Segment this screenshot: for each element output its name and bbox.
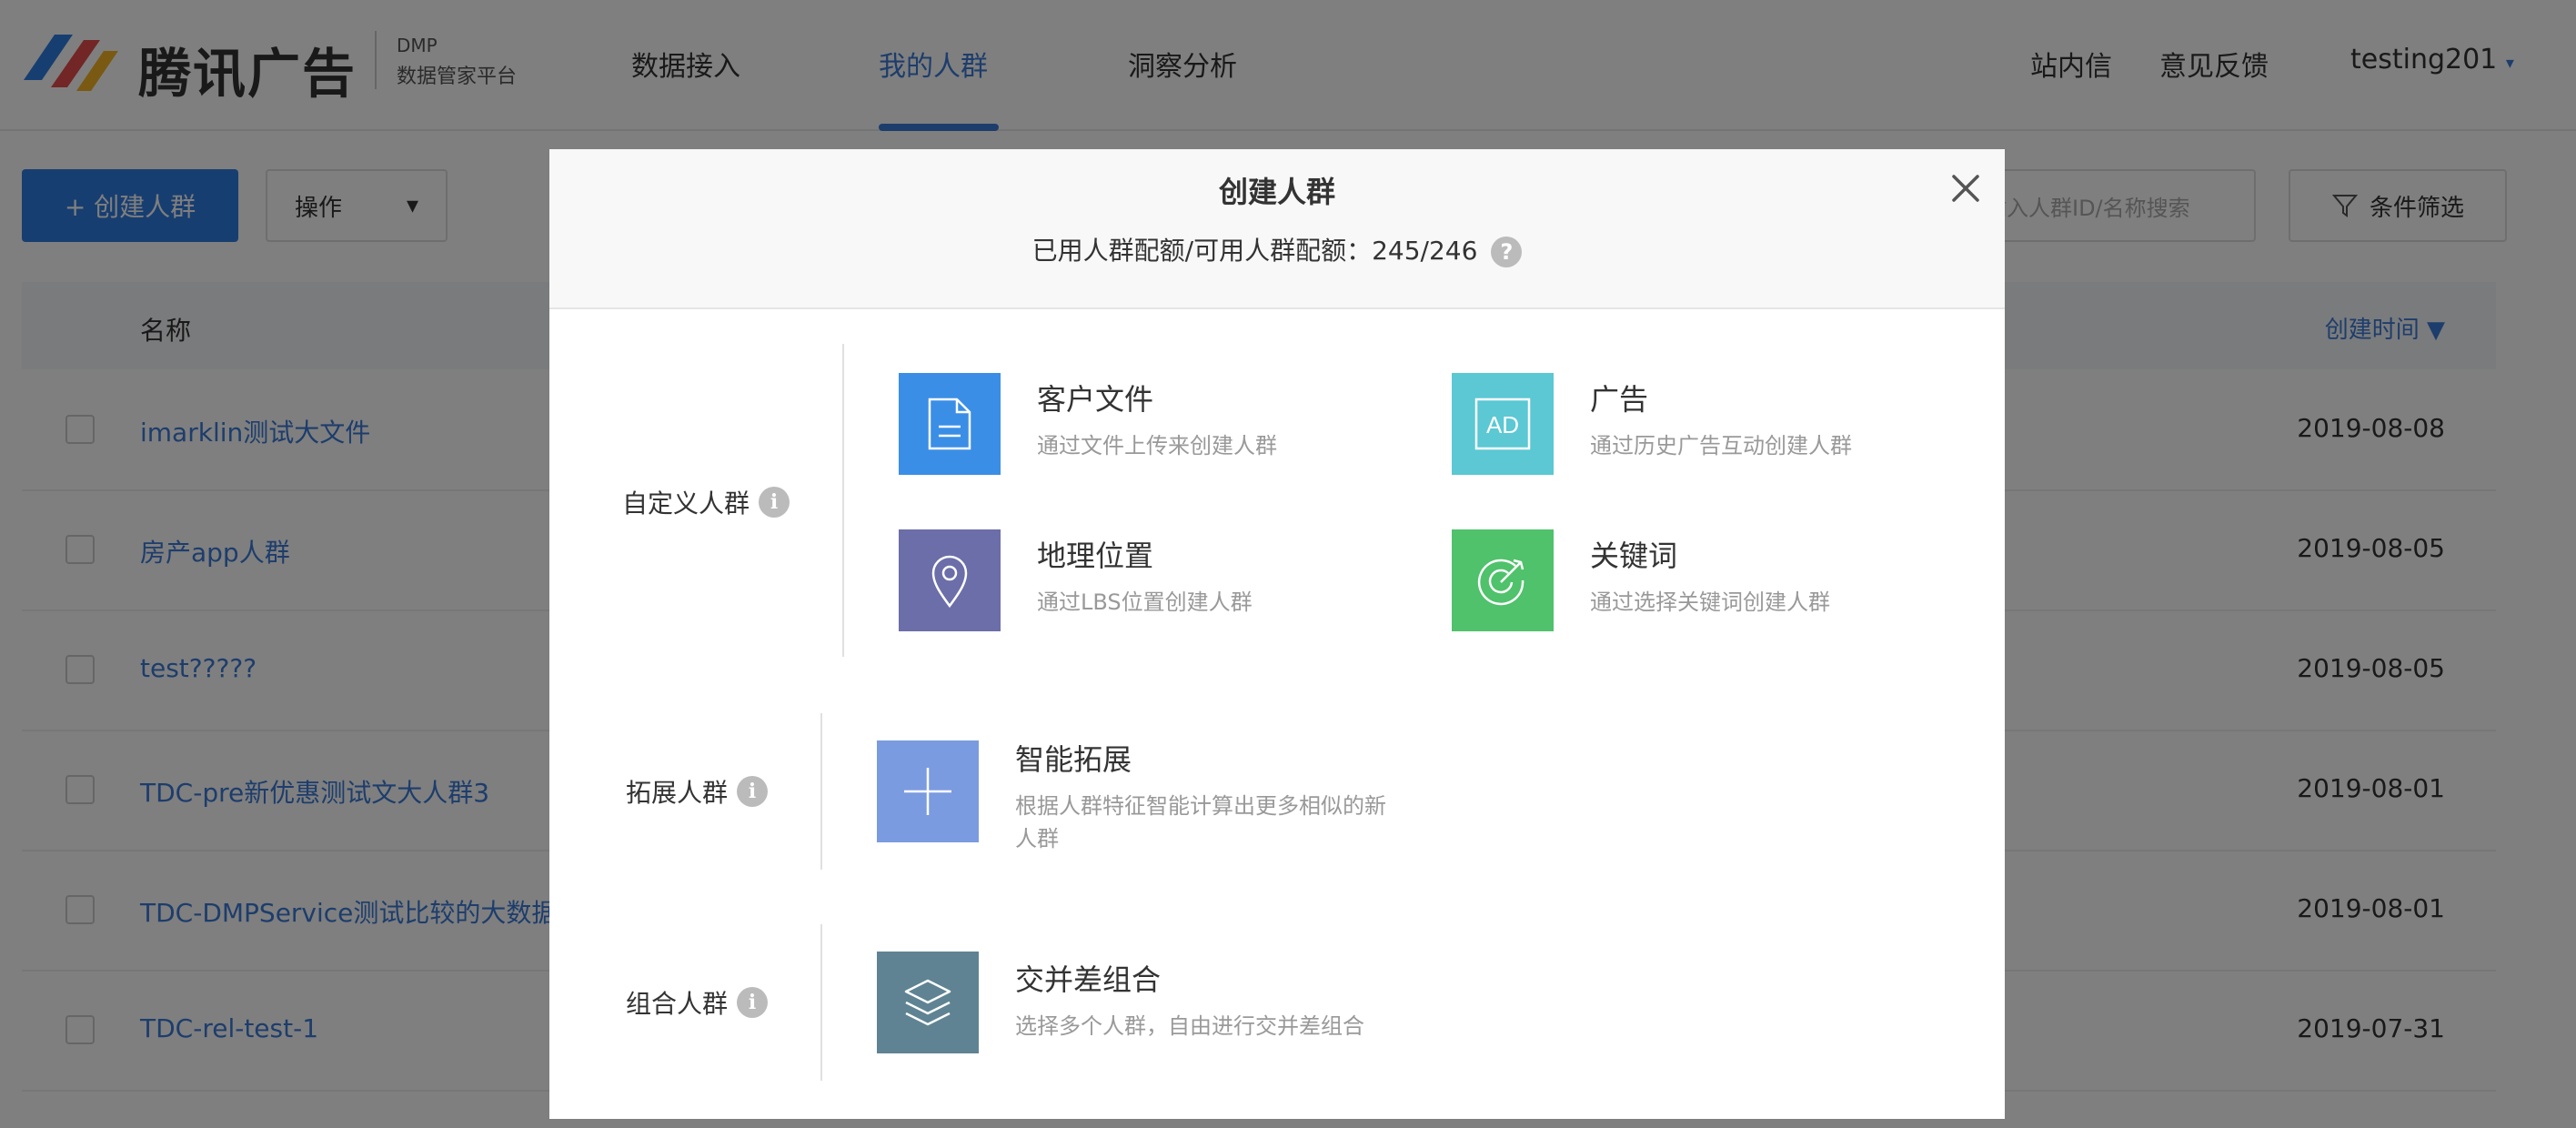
quota-value: 245/246 (1372, 236, 1478, 266)
section-label-custom: 自定义人群 (622, 488, 750, 519)
layers-icon (877, 952, 979, 1053)
card-description: 选择多个人群，自由进行交并差组合 (1015, 1013, 1364, 1039)
info-icon[interactable]: i (737, 987, 769, 1018)
modal-title: 创建人群 (1218, 175, 1335, 209)
section-divider (820, 713, 822, 870)
modal-header: 创建人群 已用人群配额/可用人群配额：245/246 ? (549, 149, 2005, 309)
card-description: 根据人群特征智能计算出更多相似的新人群 (1015, 793, 1386, 851)
help-icon[interactable]: ? (1491, 237, 1523, 267)
section-label-expand: 拓展人群 (626, 778, 729, 808)
card-description: 通过文件上传来创建人群 (1037, 433, 1277, 458)
card-description: 通过历史广告互动创建人群 (1590, 433, 1852, 458)
close-icon[interactable] (1945, 167, 1987, 209)
section-combine-audience: 组合人群 i (626, 984, 769, 1021)
info-icon[interactable]: i (737, 776, 769, 807)
card-title: 关键词 (1590, 539, 1678, 573)
card-title: 客户文件 (1037, 382, 1154, 417)
location-icon (899, 529, 1001, 631)
section-divider (842, 344, 844, 657)
card-title: 地理位置 (1037, 539, 1154, 573)
section-expand-audience: 拓展人群 i (626, 773, 769, 810)
ad-icon: AD (1452, 373, 1554, 475)
card-description: 通过选择关键词创建人群 (1590, 589, 1830, 615)
target-icon (1452, 529, 1554, 631)
card-title: 广告 (1590, 382, 1649, 417)
card-description: 通过LBS位置创建人群 (1037, 589, 1253, 615)
create-audience-modal: 创建人群 已用人群配额/可用人群配额：245/246 ? 自定义人群 i 客户文… (549, 149, 2005, 1119)
info-icon[interactable]: i (759, 487, 790, 518)
card-title: 智能拓展 (1015, 742, 1132, 777)
section-divider (820, 924, 822, 1081)
section-label-combine: 组合人群 (626, 989, 729, 1019)
quota-info: 已用人群配额/可用人群配额：245/246 ? (549, 231, 2005, 267)
quota-label: 已用人群配额/可用人群配额： (1031, 236, 1373, 266)
ad-icon-text: AD (1486, 411, 1519, 438)
file-icon (899, 373, 1001, 475)
card-title: 交并差组合 (1015, 962, 1162, 997)
plus-icon (877, 740, 979, 842)
section-custom-audience: 自定义人群 i (622, 484, 790, 520)
